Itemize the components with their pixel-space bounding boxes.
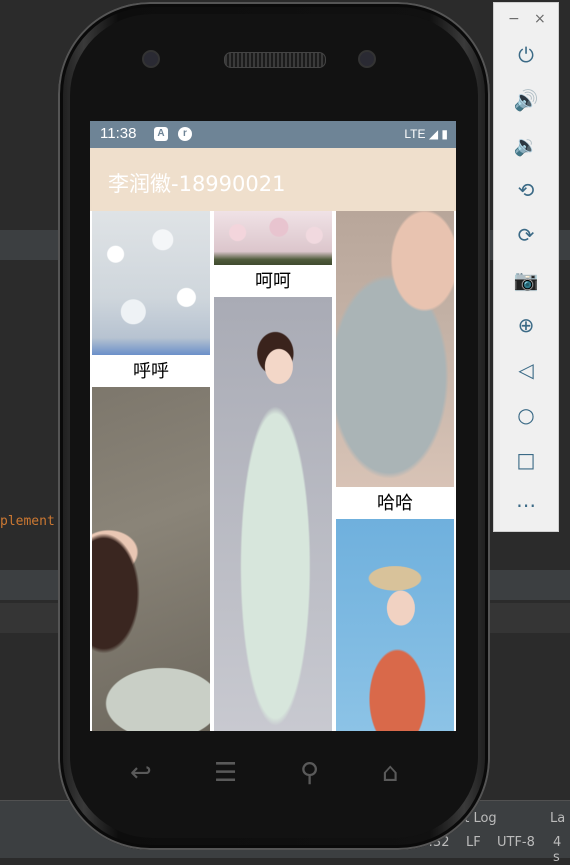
close-button[interactable]: × (534, 11, 546, 27)
notification-a-icon: A (154, 127, 168, 141)
status-time: 11:38 (100, 125, 137, 142)
grid-item-label: 哈哈 (336, 489, 454, 515)
more-icon[interactable]: ⋯ (512, 491, 540, 519)
minimize-button[interactable]: − (508, 11, 520, 27)
status-encoding[interactable]: UTF-8 (497, 835, 535, 850)
menu-key-icon[interactable]: ☰ (214, 758, 237, 788)
layout-inspector-tab[interactable]: La (550, 811, 565, 826)
front-camera (358, 50, 376, 68)
earpiece-speaker (224, 52, 326, 68)
grid-photo-card[interactable] (214, 297, 332, 731)
grid-item-haha[interactable]: 哈哈 (336, 211, 454, 517)
android-status-bar: 11:38 A r LTE ◢ ▮ (90, 121, 456, 148)
back-icon[interactable]: ◁ (512, 356, 540, 384)
app-title: 李润徽-18990021 (108, 172, 286, 196)
status-line-ending[interactable]: LF (466, 835, 481, 850)
search-key-icon[interactable]: ⚲ (300, 758, 319, 788)
device-screen: 11:38 A r LTE ◢ ▮ 李润徽-18990021 呼呼 呵呵 哈哈 (90, 121, 456, 731)
home-key-icon[interactable]: ⌂ (382, 758, 399, 788)
grid-item-label: 呵呵 (214, 267, 332, 293)
grid-item-hehe[interactable]: 呵呵 (214, 211, 332, 295)
power-icon[interactable]: ⏻ (512, 41, 540, 69)
grid-item-huhu[interactable]: 呼呼 (92, 211, 210, 385)
pink-lace-image (214, 211, 332, 265)
signal-icon: ◢ (428, 127, 439, 141)
grid-item-label: 呼呼 (92, 357, 210, 383)
woman-portrait-image (92, 387, 210, 731)
proximity-sensor (142, 50, 160, 68)
overview-icon[interactable]: □ (512, 446, 540, 474)
woman-qipao-image (214, 297, 332, 731)
grid-photo-card[interactable] (92, 387, 210, 731)
app-bar: 李润徽-18990021 (90, 148, 456, 211)
grid-photo-card[interactable] (336, 519, 454, 731)
lace-fabric-image (92, 211, 210, 355)
camera-icon[interactable]: 📷 (512, 266, 540, 294)
battery-icon: ▮ (441, 127, 448, 141)
volume-up-icon[interactable]: 🔊 (512, 86, 540, 114)
lte-label: LTE (404, 127, 426, 141)
zoom-icon[interactable]: ⊕ (512, 311, 540, 339)
ide-code-text: plement (0, 514, 55, 529)
status-right: LTE ◢ ▮ (404, 127, 448, 141)
rotate-right-icon[interactable]: ⟳ (512, 221, 540, 249)
back-key-icon[interactable]: ↩ (130, 758, 152, 788)
staggered-grid[interactable]: 呼呼 呵呵 哈哈 (90, 211, 456, 731)
volume-down-icon[interactable]: 🔉 (512, 131, 540, 159)
status-indent[interactable]: 4 s (553, 835, 570, 865)
woman-straw-hat-image (336, 519, 454, 731)
chiffon-dress-image (336, 211, 454, 487)
rotate-left-icon[interactable]: ⟲ (512, 176, 540, 204)
notification-r-icon: r (178, 127, 192, 141)
emulator-toolbar: − × ⏻ 🔊 🔉 ⟲ ⟳ 📷 ⊕ ◁ ○ □ ⋯ (493, 2, 559, 532)
home-icon[interactable]: ○ (512, 401, 540, 429)
